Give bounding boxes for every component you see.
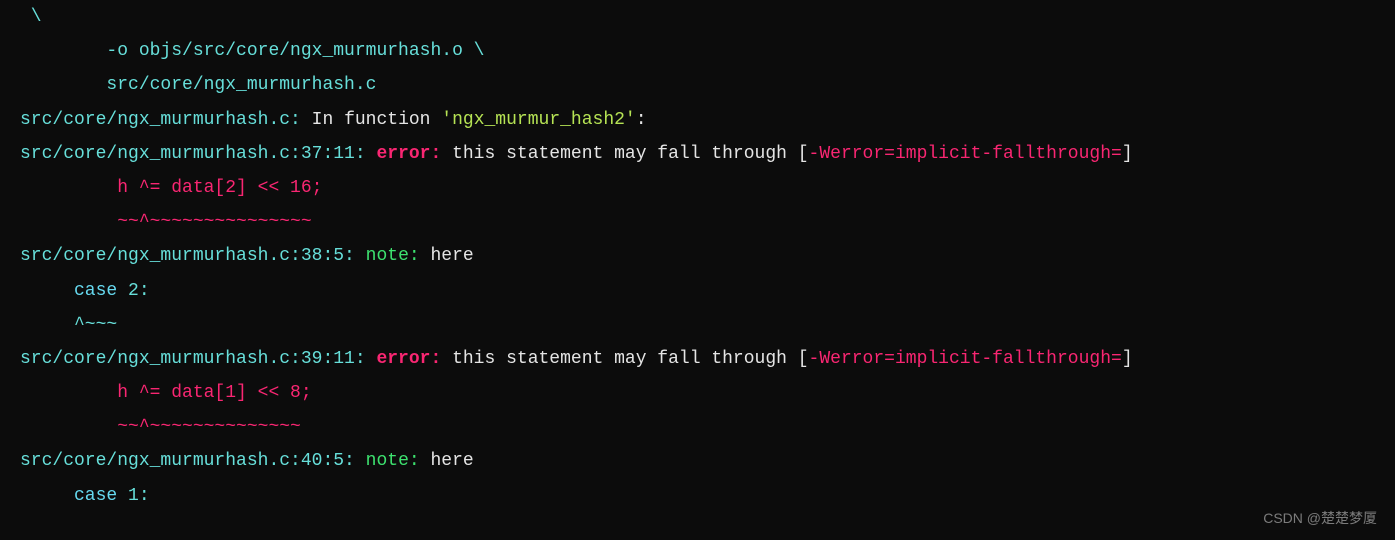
compile-line-1: -o objs/src/core/ngx_murmurhash.o \ xyxy=(20,34,1375,68)
error-line-1: src/core/ngx_murmurhash.c:37:11: error: … xyxy=(20,137,1375,171)
error-label: error: xyxy=(366,349,452,369)
caret-marker: ~~^~~~~~~~~~~~~~~ xyxy=(20,417,301,437)
text-span: : xyxy=(636,110,647,130)
file-location: src/core/ngx_murmurhash.c:40:5: xyxy=(20,451,355,471)
caret-marker: ~~^~~~~~~~~~~~~~~~ xyxy=(20,212,312,232)
note-message: here xyxy=(430,246,473,266)
text-span: src/core/ngx_murmurhash.c xyxy=(20,75,376,95)
file-location: src/core/ngx_murmurhash.c:38:5: xyxy=(20,246,355,266)
diagnostic-context: src/core/ngx_murmurhash.c: In function '… xyxy=(20,103,1375,137)
file-ref: src/core/ngx_murmurhash.c: xyxy=(20,110,301,130)
error-message: this statement may fall through [ xyxy=(452,349,808,369)
source-code: h ^= data[2] << 16; xyxy=(20,178,322,198)
file-location: src/core/ngx_murmurhash.c:37:11: xyxy=(20,144,366,164)
source-snippet-case1: case 1: xyxy=(20,479,1375,513)
caret-underline-case2: ^~~~ xyxy=(20,308,1375,342)
warning-flag: -Werror=implicit-fallthrough= xyxy=(809,144,1122,164)
source-snippet-case2: case 2: xyxy=(20,274,1375,308)
note-line-1: src/core/ngx_murmurhash.c:38:5: note: he… xyxy=(20,239,1375,273)
caret-underline-2: ~~^~~~~~~~~~~~~~~ xyxy=(20,410,1375,444)
keyword-case: case xyxy=(20,281,117,301)
text-span: ] xyxy=(1122,144,1133,164)
source-code: h ^= data[1] << 8; xyxy=(20,383,312,403)
error-line-2: src/core/ngx_murmurhash.c:39:11: error: … xyxy=(20,342,1375,376)
text-span: \ xyxy=(20,7,42,27)
file-location: src/core/ngx_murmurhash.c:39:11: xyxy=(20,349,366,369)
note-label: note: xyxy=(355,246,431,266)
note-message: here xyxy=(430,451,473,471)
source-snippet-2: h ^= data[1] << 8; xyxy=(20,376,1375,410)
case-value: 1: xyxy=(117,486,149,506)
case-value: 2: xyxy=(117,281,149,301)
compile-line-2: src/core/ngx_murmurhash.c xyxy=(20,68,1375,102)
keyword-case: case xyxy=(20,486,117,506)
note-line-2: src/core/ngx_murmurhash.c:40:5: note: he… xyxy=(20,444,1375,478)
text-span: ] xyxy=(1122,349,1133,369)
caret-marker: ^~~~ xyxy=(20,315,117,335)
caret-underline-1: ~~^~~~~~~~~~~~~~~~ xyxy=(20,205,1375,239)
error-message: this statement may fall through [ xyxy=(452,144,808,164)
error-label: error: xyxy=(366,144,452,164)
function-name: 'ngx_murmur_hash2' xyxy=(441,110,635,130)
watermark-text: CSDN @楚楚梦厦 xyxy=(1263,505,1377,532)
note-label: note: xyxy=(355,451,431,471)
text-span: -o objs/src/core/ngx_murmurhash.o \ xyxy=(20,41,484,61)
source-snippet-1: h ^= data[2] << 16; xyxy=(20,171,1375,205)
warning-flag: -Werror=implicit-fallthrough= xyxy=(809,349,1122,369)
text-span: In function xyxy=(301,110,441,130)
terminal-output: \ -o objs/src/core/ngx_murmurhash.o \ sr… xyxy=(20,0,1375,513)
compile-line-0: \ xyxy=(20,0,1375,34)
